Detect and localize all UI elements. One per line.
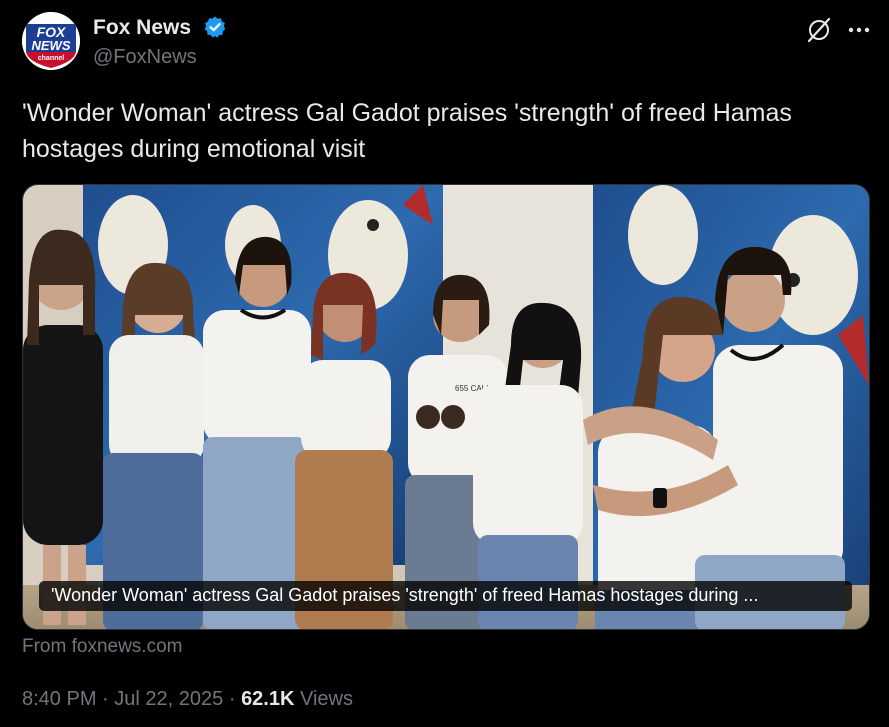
- photo-group-hug: 655 CALI & ZIV: [23, 185, 869, 629]
- author-avatar[interactable]: FOX NEWS channel: [22, 12, 80, 70]
- author-handle[interactable]: @FoxNews: [93, 46, 197, 69]
- tweet-time[interactable]: 8:40 PM: [22, 688, 96, 710]
- views-label: Views: [300, 688, 353, 710]
- views-count: 62.1K: [241, 688, 295, 710]
- more-icon[interactable]: [845, 16, 873, 44]
- tweet-header: FOX NEWS channel Fox News @FoxNews: [22, 12, 872, 76]
- verified-badge-icon: [204, 16, 226, 38]
- logo-channel-text: channel: [38, 55, 65, 62]
- tweet-text: 'Wonder Woman' actress Gal Gadot praises…: [22, 99, 792, 163]
- meta-separator: ·: [102, 688, 109, 710]
- meta-separator: ·: [228, 688, 236, 710]
- source-link[interactable]: From foxnews.com: [22, 636, 182, 658]
- author-name[interactable]: Fox News: [93, 16, 191, 40]
- tweet-media-photo[interactable]: 655 CALI & ZIV: [22, 184, 870, 630]
- fox-news-logo-icon: FOX NEWS channel: [22, 12, 80, 70]
- grok-icon[interactable]: [805, 16, 833, 44]
- tweet-meta: 8:40 PM · Jul 22, 2025 · 62.1K Views: [22, 688, 353, 711]
- logo-news-text: NEWS: [32, 38, 71, 53]
- media-caption: 'Wonder Woman' actress Gal Gadot praises…: [39, 581, 852, 611]
- tweet-date[interactable]: Jul 22, 2025: [114, 688, 223, 710]
